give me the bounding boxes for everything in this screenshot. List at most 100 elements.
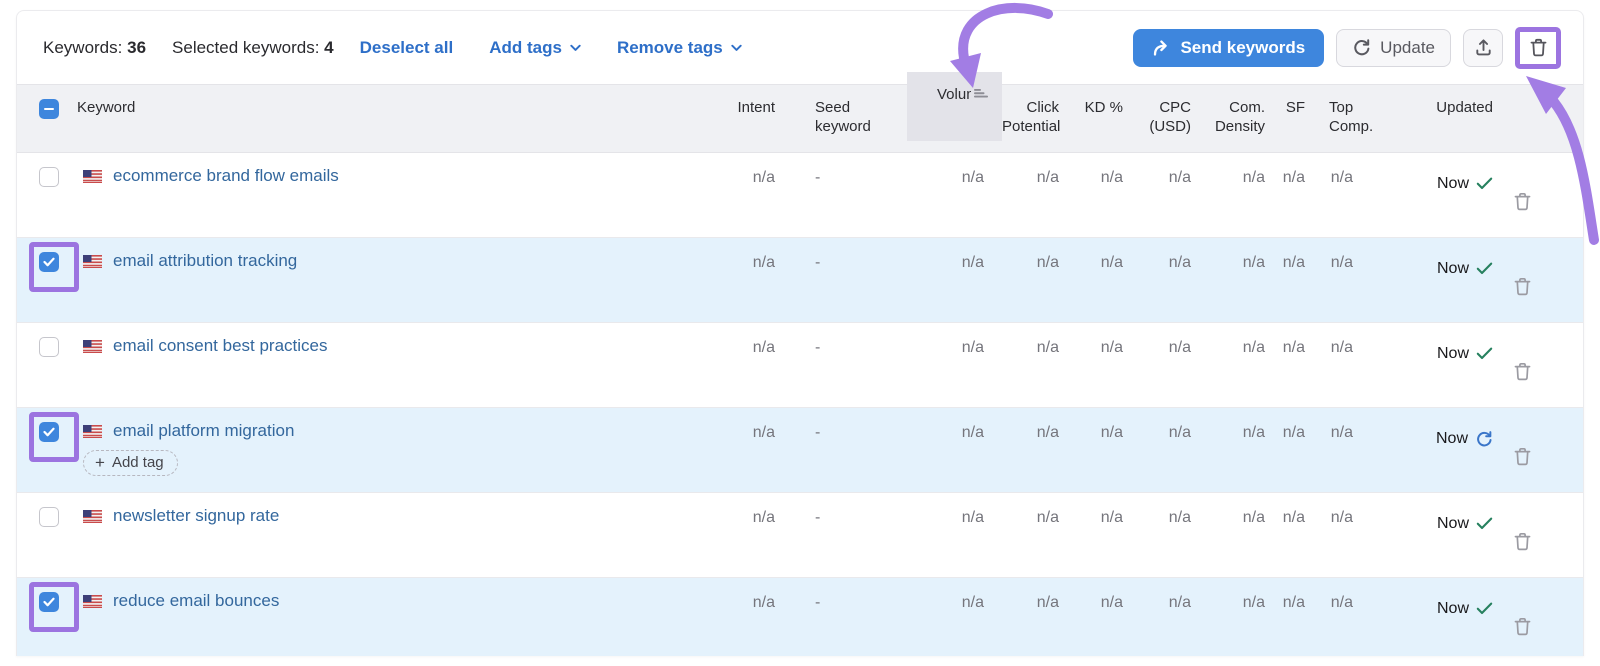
toolbar-actions: Send keywords Update: [1133, 27, 1561, 69]
keyword-link[interactable]: email consent best practices: [113, 336, 328, 356]
header-top-line1: Top: [1329, 98, 1359, 117]
header-top-comp[interactable]: Top Comp.: [1311, 85, 1359, 152]
row-checkbox[interactable]: [39, 592, 59, 612]
updated-cell: Now: [1359, 153, 1497, 197]
cpc-cell: n/a: [1129, 408, 1197, 492]
delete-keyword-button[interactable]: [1514, 168, 1531, 237]
updated-cell: Now: [1359, 408, 1497, 452]
updated-check-icon: [1476, 347, 1493, 360]
row-actions-cell: [1497, 408, 1547, 492]
row-checkbox[interactable]: [39, 422, 59, 442]
delete-keywords-button[interactable]: [1515, 27, 1561, 69]
header-volume-sorted[interactable]: Volume: [907, 72, 1002, 141]
keyword-cell: email platform migration + Add tag: [63, 408, 691, 492]
row-actions-cell: [1497, 323, 1547, 407]
sf-cell: n/a: [1271, 493, 1311, 577]
deselect-all-label: Deselect all: [360, 38, 454, 58]
update-button[interactable]: Update: [1336, 29, 1451, 67]
row-checkbox[interactable]: [39, 252, 59, 272]
volume-cell: n/a: [907, 323, 1002, 407]
send-keywords-button[interactable]: Send keywords: [1133, 29, 1324, 67]
click-potential-cell: n/a: [1002, 408, 1065, 492]
us-flag-icon: [83, 340, 102, 353]
cpc-cell: n/a: [1129, 323, 1197, 407]
click-potential-cell: n/a: [1002, 153, 1065, 237]
intent-cell: n/a: [691, 578, 787, 656]
header-keyword[interactable]: Keyword: [63, 85, 691, 152]
updated-cell: Now: [1359, 323, 1497, 367]
header-cpc[interactable]: CPC (USD): [1129, 85, 1197, 152]
updated-cell: Now: [1359, 238, 1497, 282]
selected-keywords-count: Selected keywords: 4: [172, 38, 334, 58]
row-checkbox-highlight: [39, 167, 59, 187]
row-filler: [1547, 238, 1583, 322]
kd-cell: n/a: [1065, 578, 1129, 656]
header-intent[interactable]: Intent: [691, 85, 787, 152]
updated-value: Now: [1436, 430, 1468, 448]
send-arrow-icon: [1152, 40, 1171, 56]
volume-cell: n/a: [907, 408, 1002, 492]
header-cpc-line2: (USD): [1129, 117, 1191, 136]
keyword-link[interactable]: email attribution tracking: [113, 251, 297, 271]
com-density-cell: n/a: [1197, 153, 1271, 237]
us-flag-icon: [83, 170, 102, 183]
export-button[interactable]: [1463, 29, 1503, 67]
click-potential-cell: n/a: [1002, 578, 1065, 656]
keyword-link[interactable]: email platform migration: [113, 421, 294, 441]
keywords-count-label: Keywords:: [43, 38, 122, 57]
trash-icon: [1514, 617, 1531, 636]
cpc-cell: n/a: [1129, 578, 1197, 656]
row-checkbox-highlight: [39, 507, 59, 527]
sf-cell: n/a: [1271, 153, 1311, 237]
updated-check-icon: [1476, 602, 1493, 615]
row-checkbox-highlight: [39, 592, 59, 612]
keyword-link[interactable]: newsletter signup rate: [113, 506, 279, 526]
toolbar: Keywords: 36 Selected keywords: 4 Desele…: [17, 11, 1583, 84]
us-flag-icon: [83, 425, 102, 438]
trash-icon: [1514, 362, 1531, 381]
row-checkbox[interactable]: [39, 507, 59, 527]
delete-keyword-button[interactable]: [1514, 423, 1531, 492]
row-checkbox-cell: [17, 323, 63, 407]
check-icon: [43, 597, 55, 607]
row-actions-cell: [1497, 153, 1547, 237]
table-row: email platform migration + Add tag n/a -…: [17, 408, 1583, 493]
seed-keyword-cell: -: [787, 238, 907, 322]
seed-keyword-cell: -: [787, 578, 907, 656]
deselect-all-button[interactable]: Deselect all: [360, 38, 454, 58]
table-body: ecommerce brand flow emails n/a - n/a n/…: [17, 153, 1583, 656]
row-checkbox[interactable]: [39, 337, 59, 357]
row-checkbox[interactable]: [39, 167, 59, 187]
header-com-density[interactable]: Com. Density: [1197, 85, 1271, 152]
row-filler: [1547, 323, 1583, 407]
keyword-cell: ecommerce brand flow emails: [63, 153, 691, 237]
header-seed-keyword[interactable]: Seed keyword: [787, 85, 907, 152]
header-sf[interactable]: SF: [1271, 85, 1311, 152]
intent-cell: n/a: [691, 323, 787, 407]
row-checkbox-highlight: [39, 422, 59, 442]
add-tags-label: Add tags: [489, 38, 562, 58]
header-kd[interactable]: KD %: [1065, 85, 1129, 152]
add-tags-dropdown[interactable]: Add tags: [489, 38, 581, 58]
click-potential-cell: n/a: [1002, 493, 1065, 577]
header-click-potential[interactable]: Click Potential: [1002, 85, 1065, 152]
header-updated[interactable]: Updated: [1359, 85, 1497, 152]
keyword-link[interactable]: ecommerce brand flow emails: [113, 166, 339, 186]
keyword-cell: email consent best practices: [63, 323, 691, 407]
delete-keyword-button[interactable]: [1514, 253, 1531, 322]
trash-icon: [1530, 38, 1547, 57]
remove-tags-dropdown[interactable]: Remove tags: [617, 38, 742, 58]
selected-count-label: Selected keywords:: [172, 38, 319, 57]
delete-keyword-button[interactable]: [1514, 508, 1531, 577]
delete-keyword-button[interactable]: [1514, 338, 1531, 407]
trash-icon: [1514, 447, 1531, 466]
delete-keyword-button[interactable]: [1514, 593, 1531, 656]
select-all-checkbox[interactable]: [39, 99, 59, 119]
keyword-cell: newsletter signup rate: [63, 493, 691, 577]
add-tag-button[interactable]: + Add tag: [83, 450, 178, 476]
row-checkbox-cell: [17, 238, 63, 322]
us-flag-icon: [83, 595, 102, 608]
keyword-link[interactable]: reduce email bounces: [113, 591, 279, 611]
table-row: email attribution tracking n/a - n/a n/a…: [17, 238, 1583, 323]
seed-keyword-cell: -: [787, 408, 907, 492]
